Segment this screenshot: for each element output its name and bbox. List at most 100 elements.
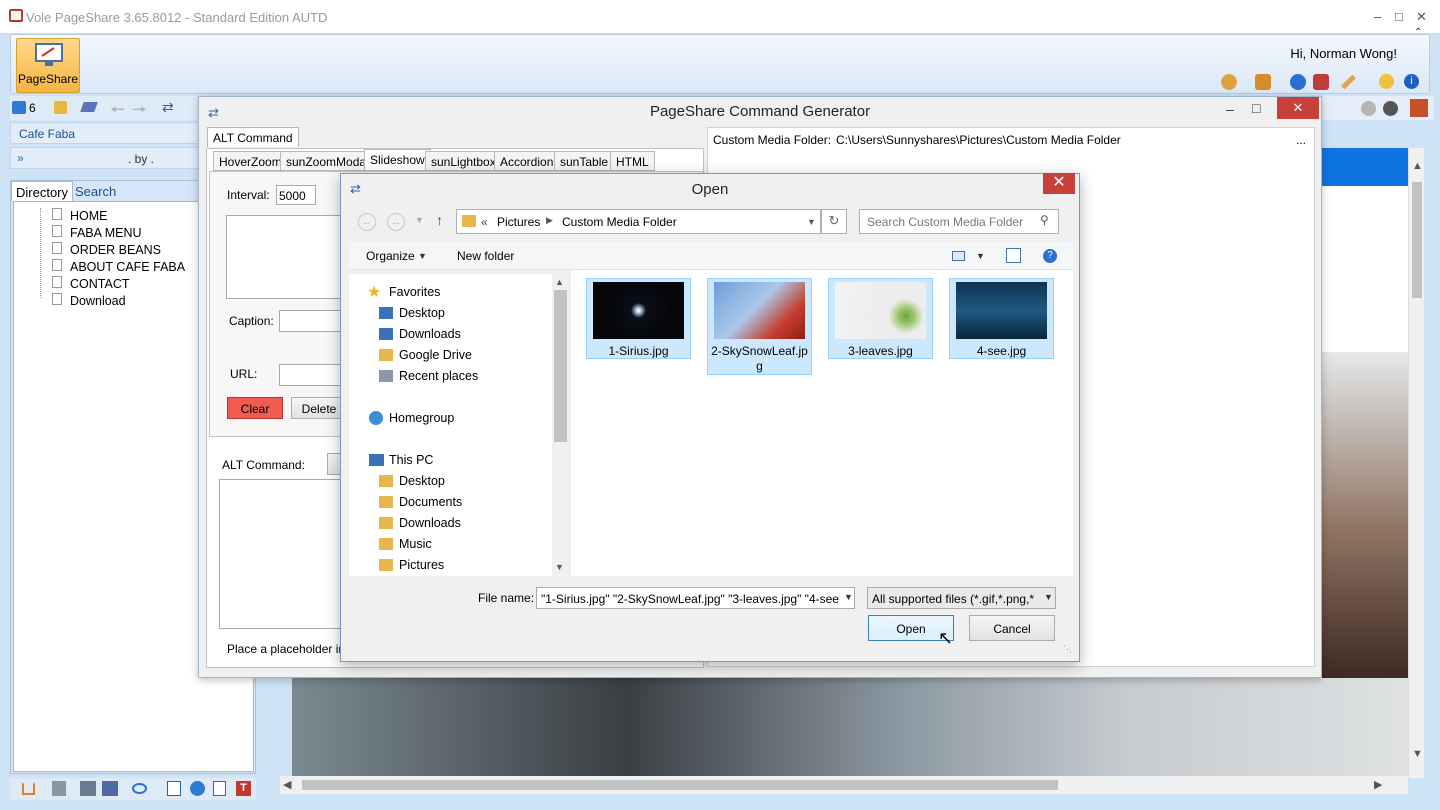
file-type-dropdown-icon[interactable]: ▼ <box>1042 592 1053 602</box>
search-icon[interactable]: ⚲ <box>1040 213 1049 227</box>
tab-hoverzoom[interactable]: HoverZoom <box>213 151 288 171</box>
save-icon[interactable] <box>54 101 67 114</box>
info-icon[interactable]: i <box>1404 74 1419 89</box>
ribbon-collapse-icon[interactable]: ⌃ <box>1414 27 1422 38</box>
organize-dropdown-icon[interactable]: ▼ <box>418 251 427 261</box>
horizontal-scrollbar[interactable]: ◀ ▶ <box>280 776 1408 794</box>
nav-favorites[interactable]: Favorites <box>389 285 440 299</box>
preview-pane-icon[interactable] <box>1006 248 1021 263</box>
browse-folder-button[interactable]: ... <box>1296 133 1306 147</box>
nav-google-drive[interactable]: Google Drive <box>399 348 472 362</box>
resize-grip-icon[interactable]: ⋱ <box>1063 644 1072 655</box>
dialog-close-button[interactable]: ✕ <box>1043 173 1075 194</box>
caption-input[interactable] <box>279 310 349 332</box>
nav-homegroup[interactable]: Homegroup <box>389 411 454 425</box>
help-icon[interactable]: ? <box>1043 249 1057 263</box>
layers-icon[interactable] <box>80 102 98 112</box>
view-dropdown-icon[interactable]: ▼ <box>976 251 985 261</box>
palette-icon[interactable] <box>1221 74 1237 90</box>
tree-item-contact[interactable]: CONTACT <box>70 277 130 291</box>
tree-item-about[interactable]: ABOUT CAFE FABA <box>70 260 185 274</box>
tab-sunzoommodal[interactable]: sunZoomModal <box>280 151 375 171</box>
nav-this-pc[interactable]: This PC <box>389 453 433 467</box>
delete-button[interactable]: Delete <box>291 397 347 419</box>
breadcrumb-pictures[interactable]: Pictures <box>497 215 540 229</box>
nav-recent-places[interactable]: Recent places <box>399 369 478 383</box>
tree-item-order-beans[interactable]: ORDER BEANS <box>70 243 161 257</box>
refresh-icon[interactable]: ↻ <box>821 209 847 234</box>
file-tile[interactable]: 2-SkySnowLeaf.jpg <box>707 278 812 375</box>
pages-icon[interactable] <box>12 101 26 114</box>
scroll-left-icon[interactable]: ◀ <box>283 778 291 791</box>
image-list[interactable] <box>226 215 346 299</box>
file-type-select[interactable]: All supported files (*.gif,*.png,* <box>867 587 1056 609</box>
nav-scroll-up-icon[interactable]: ▲ <box>555 277 564 287</box>
file-tile[interactable]: 3-leaves.jpg <box>828 278 933 359</box>
tab-accordion[interactable]: Accordion <box>494 151 560 171</box>
nav-pc-desktop[interactable]: Desktop <box>399 474 445 488</box>
powerpoint-icon[interactable] <box>1410 99 1428 117</box>
home-icon[interactable] <box>22 782 35 795</box>
breadcrumb-custom-media-folder[interactable]: Custom Media Folder <box>562 215 677 229</box>
tree-item-download[interactable]: Download <box>70 294 126 308</box>
minimize-button[interactable]: – <box>1374 9 1381 24</box>
tab-directory[interactable]: Directory <box>11 181 74 201</box>
nav-pc-pictures[interactable]: Pictures <box>399 558 444 572</box>
text-icon[interactable]: T <box>236 781 251 796</box>
file-name-dropdown-icon[interactable]: ▼ <box>842 592 853 602</box>
cancel-button[interactable]: Cancel <box>969 615 1055 641</box>
clear-button[interactable]: Clear <box>227 397 283 419</box>
close-button[interactable]: ✕ <box>1416 9 1427 25</box>
new-folder-button[interactable]: New folder <box>457 249 514 263</box>
vertical-scrollbar[interactable]: ▲ ▼ <box>1408 148 1424 778</box>
eye-icon[interactable] <box>132 783 147 794</box>
hscroll-thumb[interactable] <box>302 780 1058 790</box>
globe-icon[interactable] <box>1290 74 1306 90</box>
shield-icon[interactable] <box>1313 74 1329 90</box>
close-button[interactable]: ✕ <box>1277 97 1319 119</box>
address-dropdown-icon[interactable]: ▼ <box>807 217 816 227</box>
tree-item-faba-menu[interactable]: FABA MENU <box>70 226 142 240</box>
pageshare-button[interactable]: PageShare <box>16 38 80 93</box>
nav-desktop[interactable]: Desktop <box>399 306 445 320</box>
organize-button[interactable]: Organize <box>366 249 415 263</box>
file-icon[interactable] <box>213 781 226 796</box>
forward-icon[interactable]: → <box>387 213 405 231</box>
file-tile[interactable]: 4-see.jpg <box>949 278 1054 359</box>
nav-pc-documents[interactable]: Documents <box>399 495 462 509</box>
doc-icon[interactable] <box>102 781 118 796</box>
breadcrumb-overflow[interactable]: « <box>481 215 488 229</box>
tab-sunlightbox[interactable]: sunLightbox <box>425 151 502 171</box>
recent-dropdown-icon[interactable]: ▼ <box>415 215 424 225</box>
nav-scroll-thumb[interactable] <box>554 290 567 442</box>
tab-alt-command[interactable]: ALT Command <box>207 127 299 147</box>
minimize-button[interactable]: – <box>1226 101 1234 117</box>
refresh-icon[interactable] <box>190 781 205 796</box>
up-icon[interactable]: ↑ <box>436 212 443 228</box>
nav-back-icon[interactable] <box>1361 101 1376 116</box>
file-tile[interactable]: 1-Sirius.jpg <box>586 278 691 359</box>
checklist-icon[interactable] <box>167 781 181 796</box>
expand-icon[interactable]: » <box>17 151 24 165</box>
tree-item-home[interactable]: HOME <box>70 209 108 223</box>
stopwatch-icon[interactable] <box>1379 74 1394 89</box>
html-icon[interactable] <box>52 781 66 796</box>
site-name[interactable]: Cafe Faba <box>10 122 200 144</box>
search-input[interactable]: Search Custom Media Folder <box>859 209 1059 234</box>
address-bar[interactable]: « Pictures ▶ Custom Media Folder ▼ <box>456 209 821 234</box>
nav-pc-downloads[interactable]: Downloads <box>399 516 461 530</box>
tab-search[interactable]: Search <box>71 181 120 201</box>
tab-html[interactable]: HTML <box>610 151 655 171</box>
tab-suntable[interactable]: sunTable <box>554 151 615 171</box>
tools-icon[interactable] <box>1255 74 1271 90</box>
nav-scroll-down-icon[interactable]: ▼ <box>555 562 564 572</box>
view-icon[interactable] <box>952 251 965 261</box>
interval-input[interactable]: 5000 <box>276 185 316 205</box>
tab-slideshow[interactable]: Slideshow <box>364 149 431 171</box>
nav-pc-music[interactable]: Music <box>399 537 432 551</box>
scroll-up-icon[interactable]: ▲ <box>1412 160 1423 172</box>
url-input[interactable] <box>279 364 349 386</box>
maximize-button[interactable]: □ <box>1395 9 1403 24</box>
back-icon[interactable]: ← <box>358 213 376 231</box>
file-name-input[interactable]: "1-Sirius.jpg" "2-SkySnowLeaf.jpg" "3-le… <box>536 587 855 609</box>
